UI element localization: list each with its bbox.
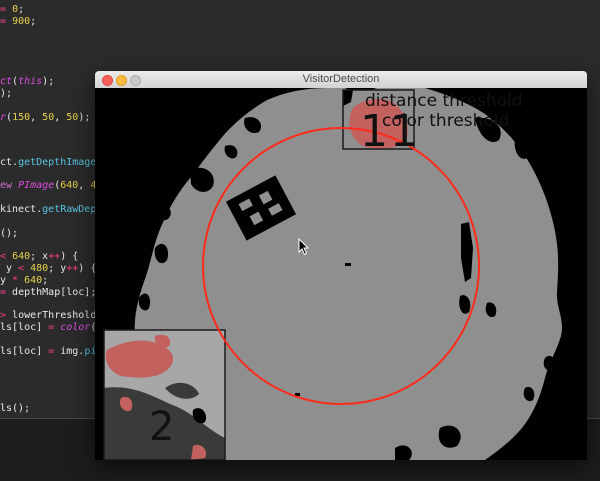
code-line: = 900; [0, 16, 37, 27]
code-line: (); [0, 228, 19, 239]
code-line: y * 640; [0, 275, 49, 286]
code-line: kinect.getRawDepth [0, 204, 109, 215]
window-titlebar[interactable]: VisitorDetection [95, 71, 587, 89]
depth-canvas[interactable]: 11 distance threshold color threshold 2 [95, 88, 587, 460]
code-line: = depthMap[loc]; [0, 287, 97, 298]
zone2-number-label: 2 [149, 404, 175, 450]
code-line: > lowerThreshold & [0, 310, 108, 321]
color-threshold-label: color threshold [382, 111, 510, 131]
visitor-detection-window[interactable]: VisitorDetection 11 distance threshold c… [95, 71, 587, 460]
code-line: r(150, 50, 50); [0, 112, 91, 123]
code-line: ls[loc] = img.pix [0, 346, 103, 357]
code-line: ls(); [0, 403, 31, 414]
window-title: VisitorDetection [302, 73, 380, 85]
code-line: = 0; [0, 4, 25, 15]
arrow-cursor-icon [298, 237, 310, 260]
code-line: ); [0, 88, 13, 99]
code-line: y < 480; y++) { [0, 263, 97, 274]
distance-threshold-label: distance threshold [365, 91, 523, 111]
code-line: ls[loc] = color(15 [0, 322, 108, 333]
code-line: ew PImage(640, 480 [0, 180, 108, 191]
code-line: < 640; x++) { [0, 251, 79, 262]
code-line: ct(this); [0, 76, 55, 87]
